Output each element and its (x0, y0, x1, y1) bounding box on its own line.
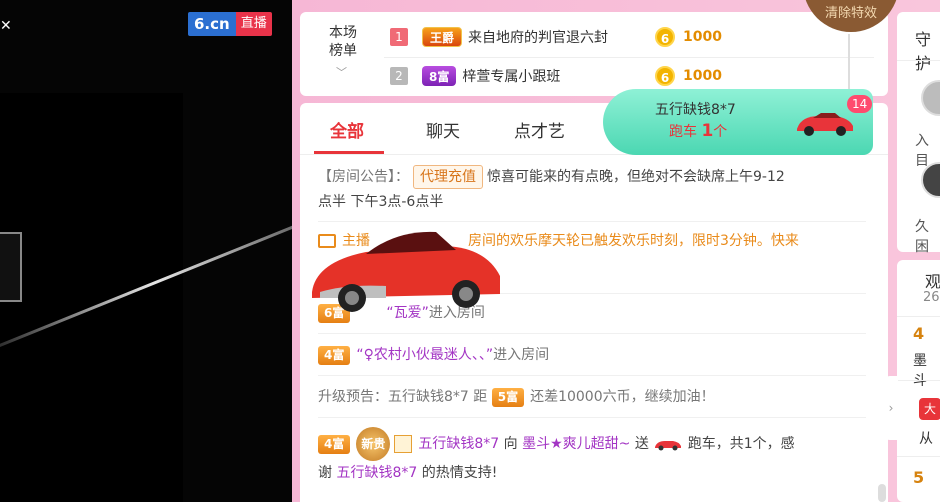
sports-car-icon (655, 441, 682, 451)
video-frame-edge (0, 232, 22, 302)
tab-all[interactable]: 全部 (330, 117, 364, 142)
user-level-badge: 8富 (422, 66, 457, 86)
session-rank-panel: 本场 榜单 ﹀ 1 王爵 来自地府的判官退六封 6 1000 2 8富 梓萱专属… (300, 12, 888, 96)
coin-icon: 6 (655, 27, 675, 47)
rank-row[interactable]: 2 8富 梓萱专属小跟班 (390, 62, 560, 90)
close-icon[interactable]: ✕ (0, 18, 12, 34)
rank-user-name: 来自地府的判官退六封 (468, 30, 609, 46)
gift-count: 1 (701, 121, 714, 141)
rank-amount: 6 1000 (655, 62, 722, 90)
right-sidebar: 守护 入目 久困 观 26 4 墨斗 大 从 5 (897, 12, 940, 502)
gift-to: 向 (503, 436, 518, 452)
gift-send: 送 (634, 436, 649, 452)
upgrade-text: 还差10000六币，继续加油！ (530, 389, 715, 405)
audience-user-name[interactable]: 墨斗 (913, 350, 940, 390)
rank-user-name: 梓萱专属小跟班 (462, 69, 561, 85)
app-root: ✕ 6.cn 直播 本场 榜单 ﹀ 1 王爵 来自地府的判官退六封 6 1000… (0, 0, 940, 502)
newbie-badge-icon: 新贵 (356, 427, 391, 461)
guardian-panel: 守护 入目 久困 (897, 12, 940, 255)
gift-message: 4富 新贵 五行缺钱8*7 向 墨斗★爽儿超甜~ 送 跑车，共1个，感 谢 五行缺钱… (318, 427, 866, 486)
user-name-link[interactable]: 五行缺钱8*7 (336, 465, 417, 481)
divider (897, 456, 940, 457)
rank-amount: 6 1000 (655, 23, 722, 51)
rank-title-line2: 榜单 (329, 43, 357, 59)
user-name-link[interactable]: “♀农村小伙最迷人、、” (356, 347, 493, 363)
divider (318, 417, 866, 418)
audience-count: 26 (923, 290, 940, 305)
upgrade-prefix: 升级预告：五行缺钱8*7 距 (318, 389, 488, 405)
user-level-badge: 4 (913, 324, 925, 343)
gift-notification-popup[interactable]: 五行缺钱8*7 跑车 1个 14 (603, 89, 873, 155)
user-level-badge: 王爵 (422, 27, 463, 47)
scrollbar[interactable] (878, 484, 886, 502)
guardian-name[interactable]: 久困 (915, 216, 940, 256)
chevron-right-icon[interactable]: › (884, 376, 898, 440)
video-player[interactable]: ✕ (0, 0, 292, 502)
user-level-badge: 5富 (491, 387, 525, 407)
gift-unit: 个 (713, 124, 728, 140)
rank-number: 1 (390, 28, 408, 46)
active-tab-indicator (314, 151, 384, 154)
sports-car-icon (797, 113, 853, 136)
gift-thanks-post: 的热情支持! (421, 465, 498, 481)
sports-car-icon (312, 231, 500, 312)
rank-title-line1: 本场 (329, 25, 357, 41)
divider (318, 375, 866, 376)
audience-user-name[interactable]: 从 (919, 428, 933, 448)
gift-thanks-pre: 谢 (318, 465, 332, 481)
announce-prefix: 【房间公告】： (318, 169, 409, 185)
tab-chat[interactable]: 聊天 (426, 117, 460, 142)
announce-text-line2: 点半 下午3点-6点半 (318, 194, 444, 210)
audience-panel: 观 26 4 墨斗 大 从 5 (897, 260, 940, 502)
announcement-message: 【房间公告】： 代理充值 惊喜可能来的有点晚，但绝对不会缺席上午9-12 点半 下午… (318, 165, 866, 222)
rank-row[interactable]: 1 王爵 来自地府的判官退六封 (390, 23, 608, 51)
rank-title[interactable]: 本场 榜单 (318, 24, 368, 60)
announce-text: 惊喜可能来的有点晚，但绝对不会缺席上午9-12 (487, 169, 785, 185)
tab-talent[interactable]: 点才艺 (514, 117, 565, 142)
rank-amount-value: 1000 (683, 68, 722, 84)
gift-text: 跑车，共1个，感 (687, 436, 795, 452)
system-text: 房间的欢乐摩天轮已触发欢乐时刻，限时3分钟。快来 (468, 233, 799, 249)
site-logo: 6.cn 直播 (188, 12, 272, 36)
divider (897, 380, 940, 381)
user-level-badge: 4富 (318, 434, 351, 454)
guardian-title: 守护 (915, 30, 932, 73)
video-stream-area (0, 93, 183, 502)
rank-amount-value: 1000 (683, 29, 722, 45)
avatar[interactable] (921, 80, 940, 116)
user-name-link[interactable]: 五行缺钱8*7 (418, 436, 499, 452)
agent-recharge-button[interactable]: 代理充值 (413, 165, 483, 189)
enter-text: 进入房间 (493, 347, 550, 363)
rank-number: 2 (390, 67, 408, 85)
user-level-badge: 5 (913, 468, 925, 487)
logo-main: 6.cn (188, 12, 236, 36)
chevron-down-icon[interactable]: ﹀ (336, 64, 347, 80)
divider (384, 57, 874, 58)
target-name-link[interactable]: 墨斗★爽儿超甜~ (522, 436, 630, 452)
gift-summary: 跑车 1个 (669, 121, 727, 141)
logo-live-tag: 直播 (235, 12, 272, 36)
hang-string (848, 34, 864, 96)
medal-icon (394, 435, 413, 453)
user-level-badge: 大 (919, 398, 940, 420)
user-level-badge: 4富 (318, 345, 351, 365)
chat-message: 4富 “♀农村小伙最迷人、、”进入房间 (318, 343, 866, 376)
coin-icon: 6 (655, 66, 675, 86)
divider (897, 60, 940, 61)
divider (318, 333, 866, 334)
divider (897, 316, 940, 317)
clear-effects-label: 清除特效 (824, 6, 877, 21)
upgrade-notice: 升级预告：五行缺钱8*7 距 5富 还差10000六币，继续加油！ (318, 385, 866, 418)
gift-name: 跑车 (669, 124, 697, 140)
gift-sender-name: 五行缺钱8*7 (655, 102, 736, 118)
audience-title: 观 (925, 272, 940, 291)
gift-queue-count: 14 (847, 95, 873, 113)
